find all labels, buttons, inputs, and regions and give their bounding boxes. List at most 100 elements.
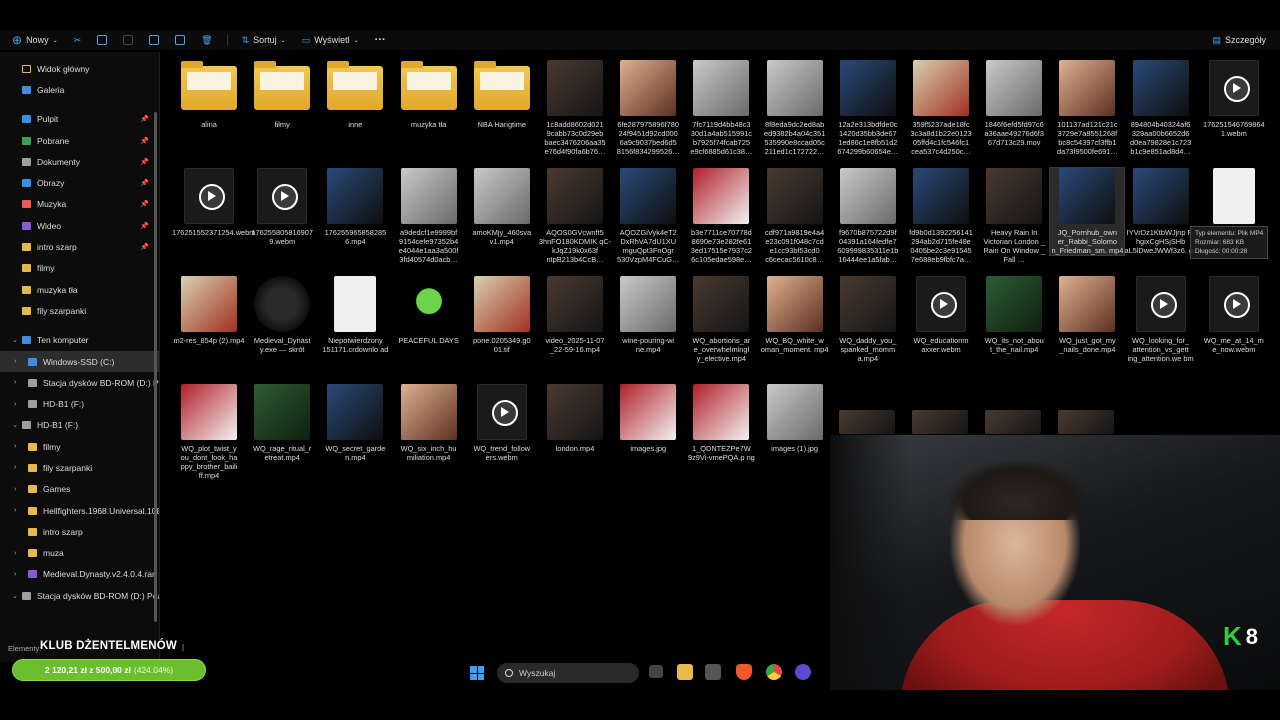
file-item[interactable]: f9670b875722d9f 04391a164fedfe7 60999983…: [831, 168, 905, 264]
file-item[interactable]: images.jpg: [611, 384, 685, 453]
sidebar-item-hdb1-root[interactable]: ⌄ HD-B1 (F:): [0, 415, 159, 436]
chevron-right-icon[interactable]: ›: [14, 358, 16, 365]
sidebar-scrollbar[interactable]: [154, 112, 157, 622]
delete-button[interactable]: 🗑: [193, 30, 220, 50]
sidebar-item-gallery[interactable]: Galeria: [0, 79, 159, 100]
file-item[interactable]: Niepotwierdzony 151171.crdownlo ad: [318, 276, 392, 354]
file-item[interactable]: amoKMjy_460sva v1.mp4: [465, 168, 539, 246]
sidebar-item-fily-2[interactable]: › fily szarpanki: [0, 457, 159, 478]
file-item[interactable]: WQ_BQ_white_w oman_moment. mp4: [758, 276, 832, 354]
sidebar-item-desktop[interactable]: Pulpit 📌: [0, 109, 159, 130]
file-item[interactable]: 6fe287975896f780 24f9451d92cd000 6a9c903…: [611, 60, 685, 156]
pin-icon[interactable]: 📌: [140, 179, 149, 187]
file-item[interactable]: 176251552371254.webm: [172, 168, 255, 237]
file-item[interactable]: video_2025-11-07 _22-59-16.mp4: [538, 276, 612, 354]
file-item[interactable]: IYVrDz1KtbWJjnp F-hgixCgHSjSHb aL5lDweJW…: [1124, 168, 1198, 255]
chevron-right-icon[interactable]: ›: [14, 443, 16, 450]
pin-icon[interactable]: 📌: [140, 222, 149, 230]
sidebar-item-music[interactable]: Muzyka 📌: [0, 194, 159, 215]
share-button[interactable]: [167, 30, 193, 50]
sidebar-item-muza[interactable]: › muza: [0, 543, 159, 564]
chevron-right-icon[interactable]: ›: [14, 401, 16, 408]
file-item[interactable]: WQ_just_got_my _nails_done.mp4: [1050, 276, 1124, 354]
file-item[interactable]: 894804b40324af6 329aa00b6652d6 d0ea79828…: [1124, 60, 1198, 156]
windows-start-icon[interactable]: [470, 666, 484, 680]
chevron-down-icon[interactable]: ⌄: [12, 592, 18, 600]
file-item[interactable]: 7fc7119d4bb48c3 30d1a4ab515991c b7925f74…: [684, 60, 758, 156]
sidebar-item-intro-2[interactable]: intro szarp: [0, 521, 159, 542]
chevron-right-icon[interactable]: ›: [14, 486, 16, 493]
new-button[interactable]: ⊕ Nowy ⌄: [0, 30, 66, 50]
file-item[interactable]: WQ_abortions_ar e_overwhelmingl y_electi…: [684, 276, 758, 363]
sidebar-item-filmy[interactable]: filmy: [0, 258, 159, 279]
file-item[interactable]: JQ_Pornhub_own er_Rabbi_Solomo n_Friedma…: [1049, 167, 1126, 256]
file-item[interactable]: m2-res_854p (2).mp4: [172, 276, 246, 345]
file-item[interactable]: wine-pouring-wi ne.mp4: [611, 276, 685, 354]
file-item[interactable]: Heavy Rain In Victorian London _ Rain On…: [977, 168, 1051, 264]
chevron-right-icon[interactable]: ›: [14, 550, 16, 557]
chevron-right-icon[interactable]: ›: [14, 507, 16, 514]
sidebar-item-fily-szarpanki[interactable]: fily szarpanki: [0, 300, 159, 321]
view-button[interactable]: ▭ Wyświetl ⌄: [294, 30, 367, 50]
chrome-icon[interactable]: [766, 664, 782, 680]
file-item[interactable]: WQ_secret_garde n.mp4: [318, 384, 392, 462]
file-item[interactable]: 359f5237ade18fc 3c3a8d1b22e0123 05ffd4c1…: [904, 60, 978, 156]
chevron-right-icon[interactable]: ›: [14, 379, 16, 386]
file-item[interactable]: fd9b0d1392256141 294ab2d715fe48e 0405be2…: [904, 168, 978, 264]
file-item[interactable]: filmy: [245, 60, 319, 129]
file-item[interactable]: a9dedcf1e9999bf 9154cefe97352b4 e4044e1a…: [392, 168, 466, 264]
file-item[interactable]: muzyka tła: [392, 60, 466, 129]
sidebar-item-muzyka-tla[interactable]: muzyka tła: [0, 279, 159, 300]
file-item[interactable]: pone.0205349.g0 01.tif: [465, 276, 539, 354]
file-item[interactable]: WQ_its_not_abou t_the_nail.mp4: [977, 276, 1051, 354]
file-item[interactable]: 1c8add8602d021 9cabb73c0d29eb baec347620…: [538, 60, 612, 156]
file-item[interactable]: WQ_me_at_14_m e_now.webm: [1197, 276, 1271, 354]
sort-button[interactable]: ⇅ Sortuj ⌄: [234, 30, 294, 50]
pin-icon[interactable]: 📌: [140, 115, 149, 123]
chevron-down-icon[interactable]: ⌄: [12, 421, 18, 429]
sidebar-item-videos[interactable]: Wideo 📌: [0, 215, 159, 236]
copy-button[interactable]: [89, 30, 115, 50]
file-item[interactable]: WQ_rage_ritual_r etreat.mp4: [245, 384, 319, 462]
sidebar-item-hdb1[interactable]: › HD-B1 (F:): [0, 393, 159, 414]
sidebar-item-documents[interactable]: Dokumenty 📌: [0, 151, 159, 172]
file-thumbnail[interactable]: [912, 410, 968, 434]
taskbar-search[interactable]: Wyszukaj: [497, 663, 639, 683]
pin-icon[interactable]: 📌: [140, 243, 149, 251]
file-item[interactable]: 101137ad121c21c 3729e7a8551268f bc8c5439…: [1050, 60, 1124, 156]
pin-icon[interactable]: 📌: [140, 158, 149, 166]
file-item[interactable]: cdf971a9819e4a4 e23c091f048c7cd e1cc93bf…: [758, 168, 832, 264]
pin-icon[interactable]: 📌: [140, 200, 149, 208]
file-item[interactable]: Medieval_Dynast y.exe — skrót: [245, 276, 319, 354]
file-item[interactable]: PEACEFUL DAYS: [392, 276, 466, 345]
file-item[interactable]: 12a2e313bdfde0c 1420d35bb3de67 1ed86c1e8…: [831, 60, 905, 156]
rename-button[interactable]: [141, 30, 167, 50]
pin-icon[interactable]: 📌: [140, 137, 149, 145]
file-item[interactable]: inne: [318, 60, 392, 129]
file-thumbnail[interactable]: [838, 410, 895, 434]
details-button[interactable]: ▤ Szczegóły: [1204, 30, 1280, 50]
sidebar-item-filmy-2[interactable]: › filmy: [0, 436, 159, 457]
task-view-icon[interactable]: [649, 665, 663, 678]
file-explorer-icon[interactable]: [677, 664, 693, 680]
sidebar-item-intro-szarp[interactable]: intro szarp 📌: [0, 236, 159, 257]
file-item[interactable]: AQOZGiVyk4eT2 DxRhVA7dU1XU mguQpt3FnOgr …: [611, 168, 685, 264]
sidebar-item-bdrom-2[interactable]: ⌄ Stacja dysków BD-ROM (D:) Pea: [0, 585, 159, 606]
file-item[interactable]: WQ_educationm axxer.webm: [904, 276, 978, 354]
file-item[interactable]: images (1).jpg: [758, 384, 832, 453]
chevron-down-icon[interactable]: ⌄: [12, 336, 18, 344]
file-item[interactable]: NBA Hangtime: [465, 60, 539, 129]
file-item[interactable]: WQ_daddy_you_ spanked_momm a.mp4: [831, 276, 905, 363]
file-item[interactable]: 1846f6efd5fd97c6 a36aae49276d6f3 67d713c…: [977, 60, 1051, 147]
file-thumbnail[interactable]: [1058, 410, 1115, 434]
file-item[interactable]: WQ_six_inch_hu miliation.mp4: [392, 384, 466, 462]
sidebar-item-this-pc[interactable]: ⌄ Ten komputer: [0, 330, 159, 351]
sidebar-item-medieval-rar[interactable]: › Medieval.Dynasty.v2.4.0.4.rar: [0, 564, 159, 585]
sidebar-item-downloads[interactable]: Pobrane 📌: [0, 130, 159, 151]
file-item[interactable]: london.mp4: [538, 384, 612, 453]
chevron-right-icon[interactable]: ›: [14, 571, 16, 578]
more-options-button[interactable]: ···: [367, 30, 394, 50]
file-item[interactable]: alina: [172, 60, 246, 129]
paste-button[interactable]: [115, 30, 141, 50]
snipping-tool-icon[interactable]: [705, 664, 721, 680]
